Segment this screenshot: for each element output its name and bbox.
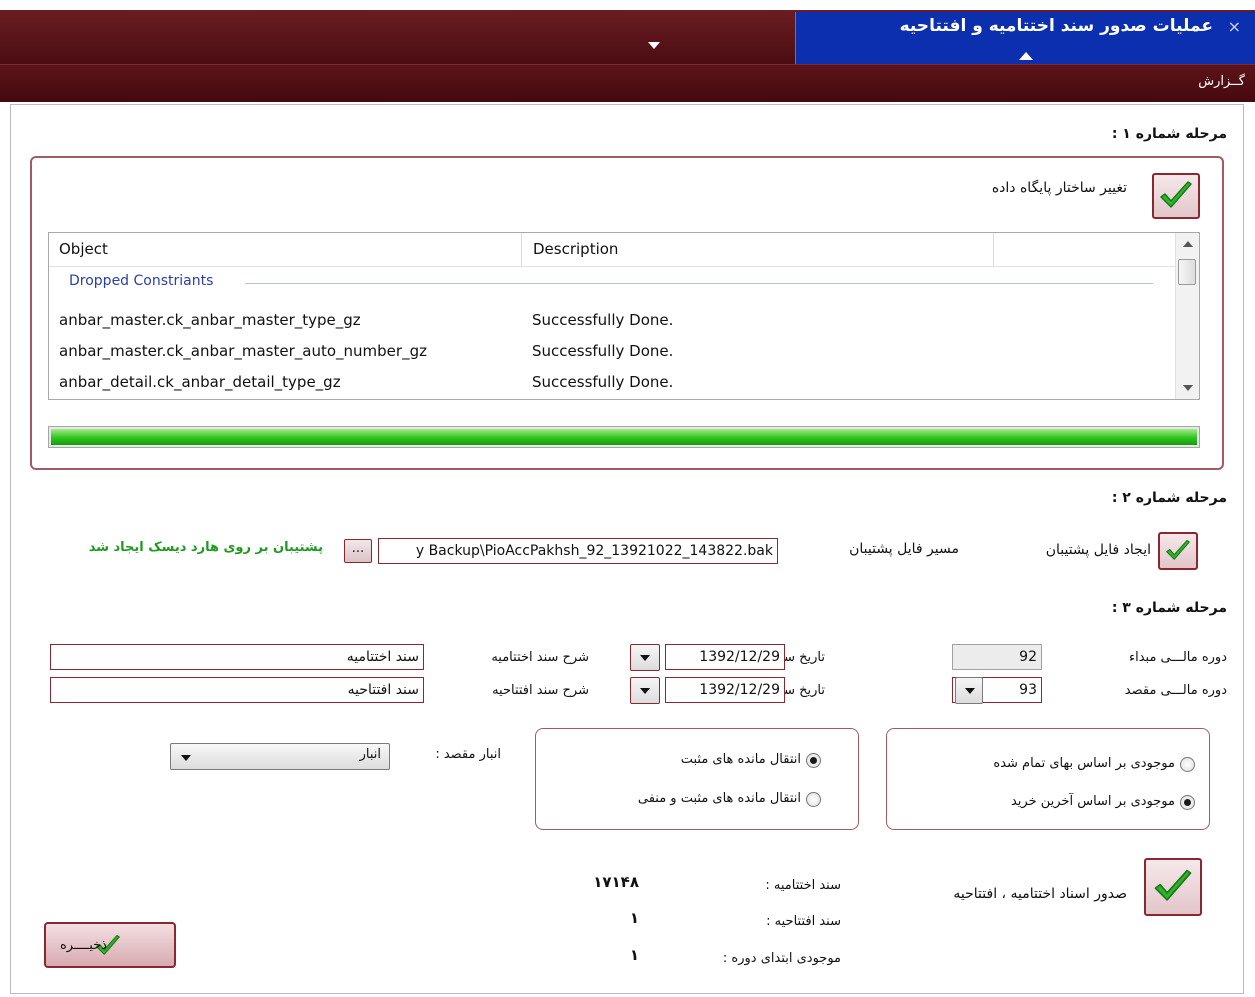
group-divider (245, 283, 1153, 284)
closing-desc-field[interactable]: سند اختتامیه (50, 644, 424, 670)
tab-pointer-icon (1019, 52, 1033, 60)
warehouse-label: انبار مقصد : (435, 747, 501, 762)
opening-doc-number: ۱ (629, 909, 639, 927)
checkmark-icon (1154, 869, 1192, 901)
save-button[interactable]: ذخیــــره (44, 922, 176, 968)
opening-date-picker-button[interactable] (630, 677, 660, 704)
stage1-title: مرحله شماره ۱ : (1111, 126, 1227, 142)
opening-desc-label: شرح سند افتتاحیه (492, 683, 589, 698)
opening-doc-label: سند افتتاحیه : (766, 914, 841, 929)
source-period-label: دوره مالـــی مبداء (1128, 650, 1227, 665)
header-divider (49, 266, 1177, 267)
list-row[interactable]: anbar_detail.ck_anbar_detail_type_gz Suc… (59, 367, 1169, 397)
transfer-option-both-label[interactable]: انتقال مانده های مثبت و منفی (638, 791, 801, 806)
inventory-option-last-purchase-radio[interactable] (1180, 795, 1195, 810)
checkmark-icon (1160, 181, 1192, 208)
tab-dropdown-icon[interactable] (648, 42, 660, 49)
column-separator (521, 233, 522, 266)
closing-date-picker-button[interactable] (630, 644, 660, 671)
issue-documents-button[interactable] (1144, 858, 1202, 916)
column-header-description[interactable]: Description (533, 233, 618, 266)
browse-button[interactable]: ... (344, 539, 372, 563)
scroll-down-icon[interactable] (1183, 385, 1193, 391)
stage2-check-button[interactable] (1158, 532, 1198, 570)
chevron-down-icon (965, 688, 975, 694)
inventory-option-last-purchase-label[interactable]: موجودی بر اساس آخرین خرید (1011, 794, 1175, 809)
progress-bar (48, 426, 1200, 448)
stage2-title: مرحله شماره ۲ : (1111, 490, 1227, 506)
results-list[interactable]: Object Description Dropped Constriants a… (48, 232, 1200, 400)
stage3-title: مرحله شماره ۳ : (1111, 600, 1227, 616)
chevron-down-icon (181, 755, 191, 761)
opening-date-field[interactable]: 1392/12/29 (665, 677, 785, 703)
list-row[interactable]: anbar_master.ck_anbar_master_auto_number… (59, 336, 1169, 366)
cell-description: Successfully Done. (532, 342, 674, 360)
closing-doc-label: سند اختتامیه : (765, 878, 841, 893)
closing-desc-label: شرح سند اختتامیه (491, 650, 589, 665)
issue-documents-label: صدور اسناد اختتامیه ، افتتاحیه (953, 886, 1127, 902)
initial-stock-number: ۱ (629, 946, 639, 964)
initial-stock-label: موجودی ابتدای دوره : (722, 951, 841, 966)
stage1-checkbox-label: تغییر ساختار پایگاه داده (991, 180, 1127, 196)
cell-description: Successfully Done. (532, 373, 674, 391)
progress-fill (51, 429, 1197, 445)
warehouse-select-value: انبار (359, 747, 381, 762)
backup-status-text: پشتیبان بر روی هارد دیسک ایجاد شد (88, 540, 323, 555)
stage2-checkbox-label: ایجاد فایل پشتیبان (1045, 542, 1151, 558)
inventory-option-cost-radio[interactable] (1180, 757, 1195, 772)
list-row[interactable]: anbar_master.ck_anbar_master_type_gz Suc… (59, 305, 1169, 335)
closing-doc-number: ۱۷۱۴۸ (593, 873, 639, 891)
menu-item-report[interactable]: گــزارش (1198, 74, 1245, 89)
cell-object: anbar_master.ck_anbar_master_auto_number… (59, 342, 427, 360)
warehouse-select[interactable] (170, 743, 390, 770)
cell-object: anbar_master.ck_anbar_master_type_gz (59, 311, 361, 329)
chevron-down-icon (640, 688, 650, 694)
backup-path-label: مسیر فایل پشتیبان (849, 541, 959, 557)
cell-object: anbar_detail.ck_anbar_detail_type_gz (59, 373, 341, 391)
tab-title: عملیات صدور سند اختتامیه و افتتاحیه (899, 16, 1213, 36)
stage1-check-button[interactable] (1152, 173, 1200, 219)
group-header[interactable]: Dropped Constriants (69, 273, 213, 289)
target-period-label: دوره مالـــی مقصد (1124, 683, 1227, 698)
column-separator (993, 233, 994, 266)
transfer-method-group (535, 728, 859, 830)
cell-description: Successfully Done. (532, 311, 674, 329)
target-period-dropdown-button[interactable] (955, 677, 983, 704)
column-header-object[interactable]: Object (59, 233, 108, 266)
scroll-up-icon[interactable] (1183, 241, 1193, 247)
checkmark-icon (1166, 539, 1190, 560)
close-icon[interactable]: × (1228, 17, 1241, 36)
save-button-label: ذخیــــره (60, 938, 107, 953)
source-period-field: 92 (952, 644, 1042, 670)
menu-bar (0, 64, 1255, 102)
transfer-option-both-radio[interactable] (806, 792, 821, 807)
transfer-option-positive-radio[interactable] (806, 753, 821, 768)
opening-desc-field[interactable]: سند افتتاحیه (50, 677, 424, 703)
scroll-thumb[interactable] (1178, 259, 1196, 285)
inventory-option-cost-label[interactable]: موجودی بر اساس بهای تمام شده (993, 756, 1175, 771)
backup-path-field[interactable]: y Backup\PioAccPakhsh_92_13921022_143822… (378, 538, 778, 564)
closing-date-field[interactable]: 1392/12/29 (665, 644, 785, 670)
inventory-method-group (886, 728, 1210, 830)
vertical-scrollbar[interactable] (1175, 233, 1199, 399)
transfer-option-positive-label[interactable]: انتقال مانده های مثبت (681, 752, 801, 767)
chevron-down-icon (640, 655, 650, 661)
